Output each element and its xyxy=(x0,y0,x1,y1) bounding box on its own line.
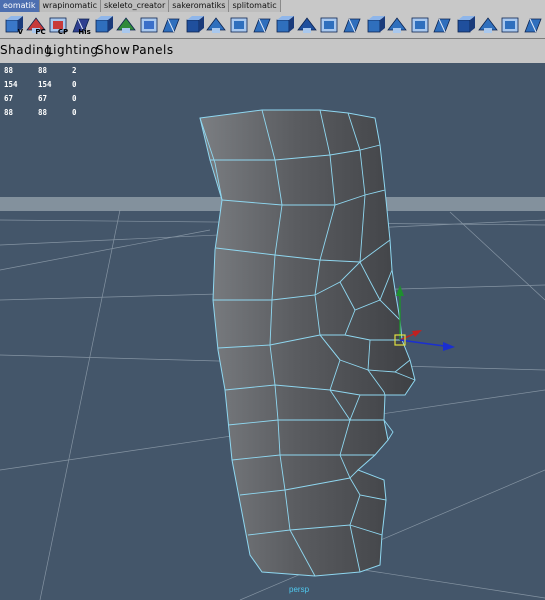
hud-value: 154 xyxy=(4,80,18,89)
shelf-poke-icon[interactable] xyxy=(431,14,453,36)
hud-value: 88 xyxy=(38,108,48,117)
hud-value: 67 xyxy=(38,94,48,103)
shelf-cp-icon[interactable]: CP xyxy=(47,14,69,36)
menu-panels[interactable]: Panels xyxy=(132,43,174,57)
camera-name-label: persp xyxy=(289,585,310,594)
shelf-append-icon[interactable] xyxy=(454,14,476,36)
shelf-fill-icon[interactable] xyxy=(477,14,499,36)
hud-value: 88 xyxy=(4,66,14,75)
shelf-v-icon[interactable]: V xyxy=(2,14,24,36)
menu-lighting[interactable]: Lighting xyxy=(46,43,99,57)
shelf-icon-label: V xyxy=(17,28,23,36)
perspective-viewport[interactable] xyxy=(0,63,545,600)
hud-value: 0 xyxy=(72,108,77,117)
hud-value: 154 xyxy=(38,80,52,89)
shelf-tab-empty xyxy=(280,0,327,12)
shelf-reduce-icon[interactable] xyxy=(499,14,521,36)
shelf-sculpt-icon[interactable] xyxy=(386,14,408,36)
shelf-separate-icon[interactable] xyxy=(364,14,386,36)
shelf-bridge-icon[interactable] xyxy=(251,14,273,36)
shelf-poly-tool-icon[interactable] xyxy=(138,14,160,36)
shelf-extrude-icon[interactable] xyxy=(183,14,205,36)
shelf-toolbar: V PC CP His xyxy=(0,12,545,39)
panel-menu-bar: Shading Lighting Show Panels xyxy=(0,39,545,63)
shelf-combine-icon[interactable] xyxy=(341,14,363,36)
shelf-his-icon[interactable]: His xyxy=(70,14,92,36)
hud-value: 0 xyxy=(72,94,77,103)
shelf-wedge-icon[interactable] xyxy=(409,14,431,36)
shelf-split-icon[interactable] xyxy=(228,14,250,36)
hud-value: 2 xyxy=(72,66,77,75)
shelf-tab-eomatik[interactable]: eomatik xyxy=(0,0,40,12)
shelf-poly-paint-icon[interactable] xyxy=(115,14,137,36)
shelf-mirror-icon[interactable] xyxy=(318,14,340,36)
hud-value: 0 xyxy=(72,80,77,89)
shelf-merge-icon[interactable] xyxy=(205,14,227,36)
shelf-pc-icon[interactable]: PC xyxy=(25,14,47,36)
shelf-icon-label: PC xyxy=(35,28,46,36)
shelf-bevel-icon[interactable] xyxy=(273,14,295,36)
shelf-icon-label: CP xyxy=(57,28,69,36)
hud-value: 67 xyxy=(4,94,14,103)
shelf-poly-cube-icon[interactable] xyxy=(92,14,114,36)
hud-value: 88 xyxy=(4,108,14,117)
shelf-tab-splitomatic[interactable]: splitomatic xyxy=(229,0,281,12)
shelf-tab-sakeromatiks[interactable]: sakeromatiks xyxy=(169,0,230,12)
viewport-scene xyxy=(0,63,545,600)
shelf-poly-cut-icon[interactable] xyxy=(160,14,182,36)
shelf-smooth-icon[interactable] xyxy=(296,14,318,36)
shelf-icon-label: His xyxy=(78,28,91,36)
shelf-tab-skeleto-creator[interactable]: skeleto_creator xyxy=(100,0,170,12)
menu-show[interactable]: Show xyxy=(96,43,130,57)
hud-value: 88 xyxy=(38,66,48,75)
shelf-cleanup-icon[interactable] xyxy=(522,14,544,36)
shelf-tab-wrapinomatic[interactable]: wrapinomatic xyxy=(39,0,101,12)
menu-shading[interactable]: Shading xyxy=(0,43,52,57)
